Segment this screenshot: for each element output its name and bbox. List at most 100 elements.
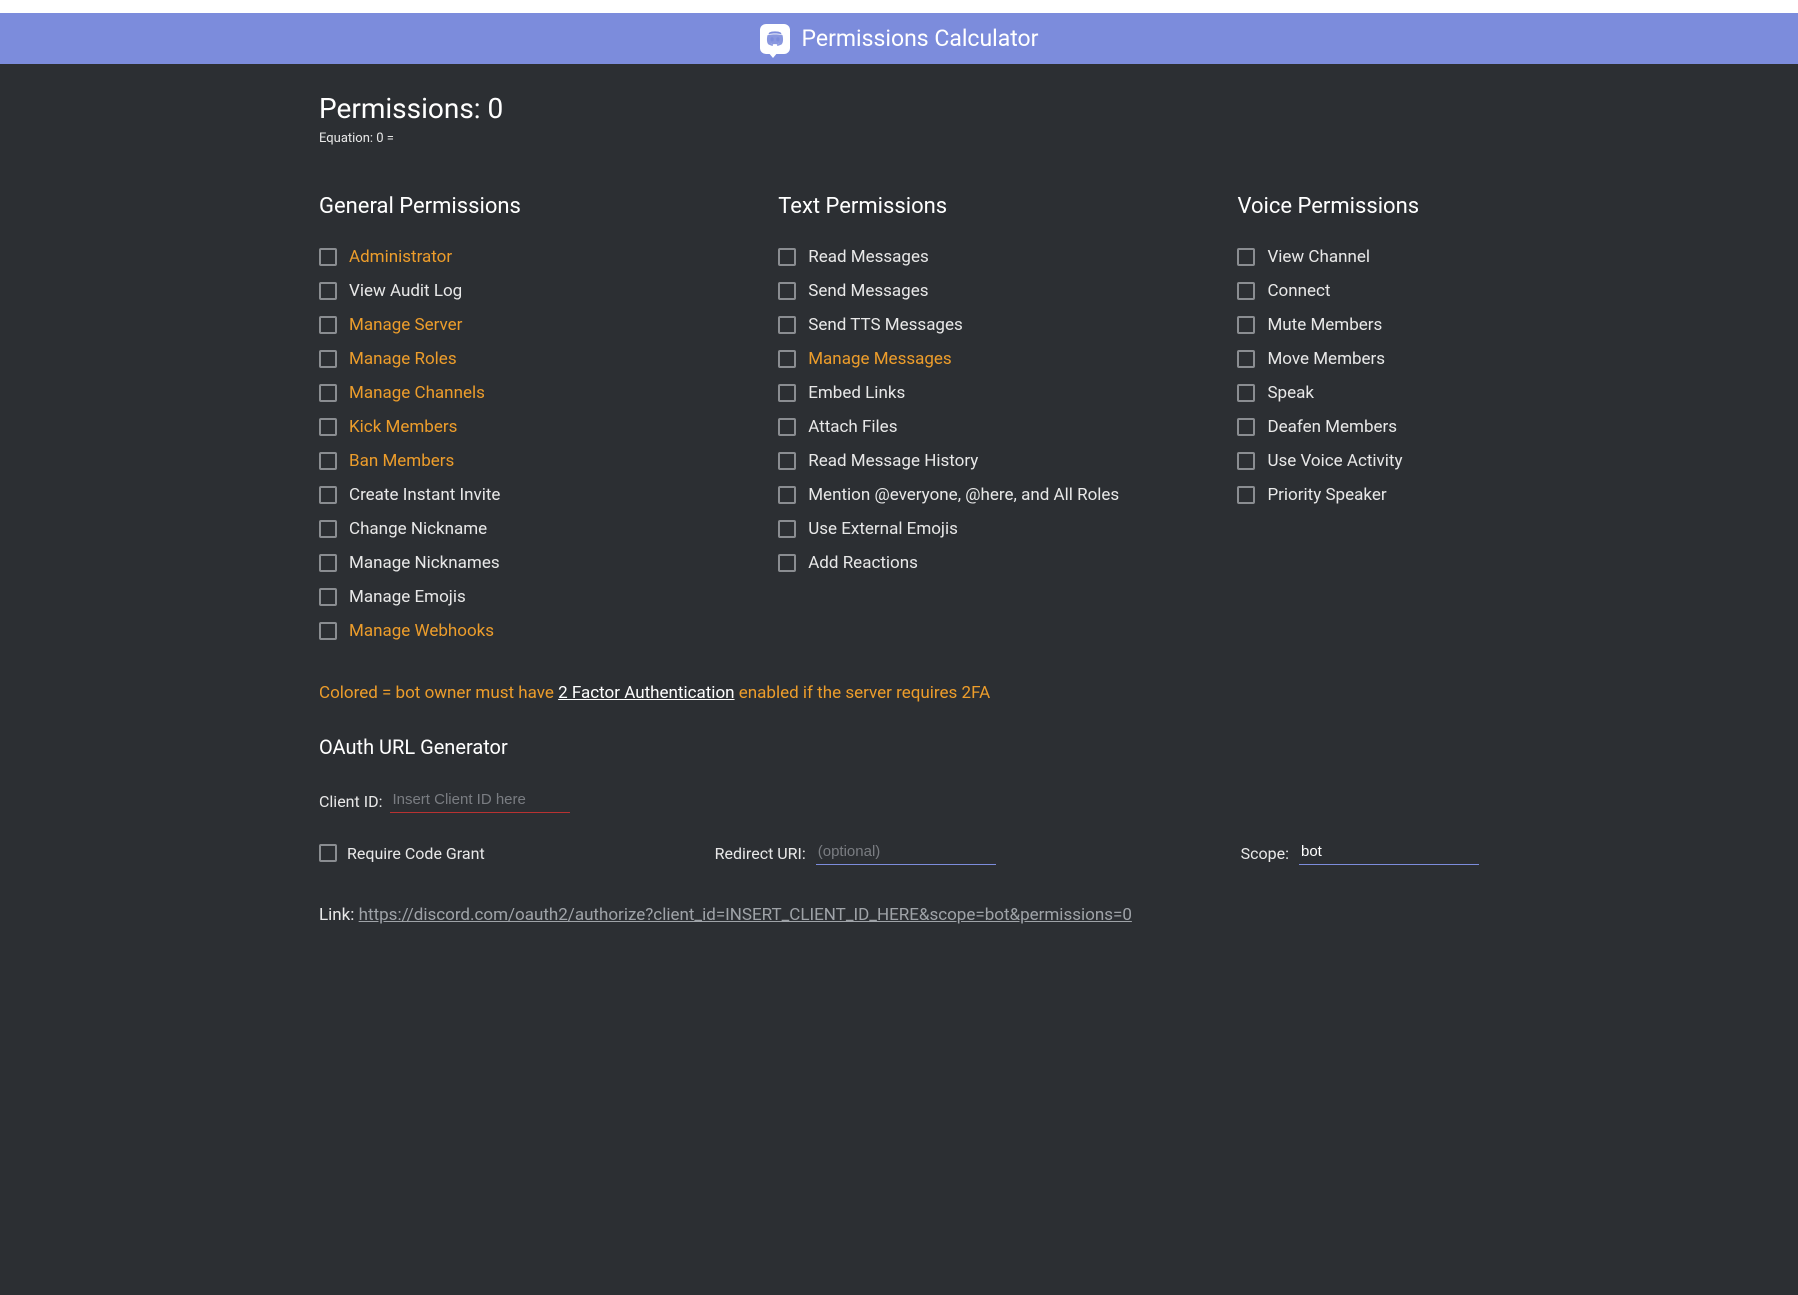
permission-checkbox[interactable] [778, 282, 796, 300]
permission-label[interactable]: Move Members [1267, 349, 1385, 369]
permission-label[interactable]: Ban Members [349, 451, 454, 471]
permission-label[interactable]: Priority Speaker [1267, 485, 1386, 505]
permission-label[interactable]: Speak [1267, 383, 1314, 403]
permission-checkbox[interactable] [319, 452, 337, 470]
permission-row: Speak [1237, 383, 1479, 403]
permission-label[interactable]: View Channel [1267, 247, 1370, 267]
permission-checkbox[interactable] [319, 282, 337, 300]
require-code-grant-label[interactable]: Require Code Grant [347, 844, 485, 863]
link-label: Link: [319, 905, 359, 925]
permission-label[interactable]: Manage Emojis [349, 587, 466, 607]
permission-checkbox[interactable] [1237, 350, 1255, 368]
permission-label[interactable]: Add Reactions [808, 553, 918, 573]
header-title: Permissions Calculator [802, 25, 1039, 52]
permission-checkbox[interactable] [319, 554, 337, 572]
permissions-title-prefix: Permissions: [319, 92, 488, 125]
require-code-grant-checkbox[interactable] [319, 844, 337, 862]
permission-checkbox[interactable] [1237, 452, 1255, 470]
general-list: Administrator View Audit Log Manage Server… [319, 247, 758, 641]
two-factor-note: Colored = bot owner must have 2 Factor A… [319, 683, 1479, 703]
permission-label[interactable]: Deafen Members [1267, 417, 1397, 437]
permission-label[interactable]: Connect [1267, 281, 1330, 301]
permission-checkbox[interactable] [319, 520, 337, 538]
note-prefix: Colored = bot owner must have [319, 683, 558, 703]
permission-row: Attach Files [778, 417, 1217, 437]
permission-checkbox[interactable] [319, 384, 337, 402]
permission-checkbox[interactable] [1237, 282, 1255, 300]
text-heading: Text Permissions [778, 194, 1217, 219]
permission-checkbox[interactable] [778, 350, 796, 368]
permission-checkbox[interactable] [778, 486, 796, 504]
permission-checkbox[interactable] [319, 418, 337, 436]
permission-row: Send TTS Messages [778, 315, 1217, 335]
permission-row: Use External Emojis [778, 519, 1217, 539]
permission-row: Read Message History [778, 451, 1217, 471]
permission-label[interactable]: Manage Webhooks [349, 621, 494, 641]
scope-input[interactable] [1299, 841, 1479, 865]
permission-label[interactable]: Send TTS Messages [808, 315, 963, 335]
permission-label[interactable]: Embed Links [808, 383, 905, 403]
permission-checkbox[interactable] [778, 248, 796, 266]
two-factor-link[interactable]: 2 Factor Authentication [558, 683, 734, 703]
permission-label[interactable]: Manage Server [349, 315, 462, 335]
permission-checkbox[interactable] [1237, 248, 1255, 266]
permission-checkbox[interactable] [1237, 418, 1255, 436]
permission-label[interactable]: Manage Nicknames [349, 553, 500, 573]
oauth-link[interactable]: https://discord.com/oauth2/authorize?cli… [359, 905, 1132, 925]
permissions-value: 0 [488, 92, 504, 125]
permissions-title: Permissions: 0 [319, 92, 1479, 125]
permission-checkbox[interactable] [1237, 384, 1255, 402]
permission-checkbox[interactable] [319, 622, 337, 640]
oauth-heading: OAuth URL Generator [319, 735, 1479, 759]
permission-checkbox[interactable] [319, 588, 337, 606]
permission-checkbox[interactable] [778, 520, 796, 538]
window-top-gap [0, 0, 1798, 13]
permission-label[interactable]: Kick Members [349, 417, 457, 437]
permission-checkbox[interactable] [778, 384, 796, 402]
permission-label[interactable]: View Audit Log [349, 281, 462, 301]
permission-label[interactable]: Manage Messages [808, 349, 952, 369]
permissions-columns: General Permissions Administrator View Au… [319, 194, 1479, 655]
permission-row: Mention @everyone, @here, and All Roles [778, 485, 1217, 505]
permission-row: Administrator [319, 247, 758, 267]
permission-checkbox[interactable] [319, 486, 337, 504]
permission-label[interactable]: Mute Members [1267, 315, 1382, 335]
permission-checkbox[interactable] [778, 452, 796, 470]
permission-checkbox[interactable] [319, 350, 337, 368]
permission-checkbox[interactable] [778, 316, 796, 334]
permission-label[interactable]: Send Messages [808, 281, 928, 301]
equation-line: Equation: 0 = [319, 131, 1479, 146]
permission-checkbox[interactable] [319, 248, 337, 266]
permission-label[interactable]: Create Instant Invite [349, 485, 500, 505]
permission-label[interactable]: Manage Roles [349, 349, 457, 369]
permission-row: Create Instant Invite [319, 485, 758, 505]
permission-checkbox[interactable] [1237, 316, 1255, 334]
client-id-input[interactable] [390, 789, 570, 813]
permission-row: Manage Channels [319, 383, 758, 403]
voice-list: View Channel Connect Mute Members Move Memb… [1237, 247, 1479, 505]
permission-checkbox[interactable] [778, 554, 796, 572]
permission-row: Manage Webhooks [319, 621, 758, 641]
permission-checkbox[interactable] [778, 418, 796, 436]
permission-label[interactable]: Use External Emojis [808, 519, 958, 539]
permission-row: Send Messages [778, 281, 1217, 301]
text-list: Read Messages Send Messages Send TTS Messa… [778, 247, 1217, 573]
permission-label[interactable]: Administrator [349, 247, 452, 267]
permission-label[interactable]: Manage Channels [349, 383, 485, 403]
permission-label[interactable]: Attach Files [808, 417, 897, 437]
redirect-uri-input[interactable] [816, 841, 996, 865]
general-heading: General Permissions [319, 194, 758, 219]
permission-label[interactable]: Mention @everyone, @here, and All Roles [808, 485, 1119, 505]
permission-label[interactable]: Read Message History [808, 451, 978, 471]
permission-row: Move Members [1237, 349, 1479, 369]
permission-row: Manage Server [319, 315, 758, 335]
permission-row: Use Voice Activity [1237, 451, 1479, 471]
equation-value: 0 = [376, 131, 394, 146]
permission-checkbox[interactable] [1237, 486, 1255, 504]
equation-prefix: Equation: [319, 131, 376, 146]
permission-label[interactable]: Change Nickname [349, 519, 487, 539]
permission-checkbox[interactable] [319, 316, 337, 334]
client-id-label: Client ID: [319, 792, 382, 811]
permission-label[interactable]: Use Voice Activity [1267, 451, 1402, 471]
permission-label[interactable]: Read Messages [808, 247, 929, 267]
